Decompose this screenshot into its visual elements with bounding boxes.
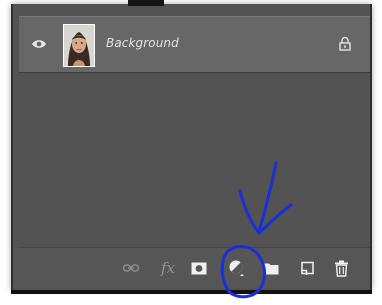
layer-thumbnail[interactable] — [63, 24, 95, 67]
layer-row-background[interactable]: Background — [19, 16, 370, 73]
new-layer-icon[interactable] — [297, 259, 317, 277]
layers-toolbar: fx — [13, 248, 370, 288]
lock-icon[interactable] — [338, 36, 352, 51]
eye-icon[interactable] — [31, 38, 47, 50]
panel-top-strip — [128, 0, 164, 6]
fx-icon[interactable]: fx — [158, 259, 178, 277]
delete-layer-icon[interactable] — [331, 259, 351, 277]
add-mask-icon[interactable] — [189, 259, 209, 277]
layer-name[interactable]: Background — [106, 36, 179, 50]
new-group-folder-icon[interactable] — [261, 259, 281, 277]
link-layers-icon[interactable] — [121, 259, 141, 277]
layers-panel: Background fx — [11, 0, 372, 290]
bottom-edge-bar — [11, 290, 372, 294]
adjustment-layer-icon[interactable] — [227, 259, 247, 277]
fx-label: fx — [160, 259, 175, 277]
portrait-thumbnail — [64, 25, 94, 66]
